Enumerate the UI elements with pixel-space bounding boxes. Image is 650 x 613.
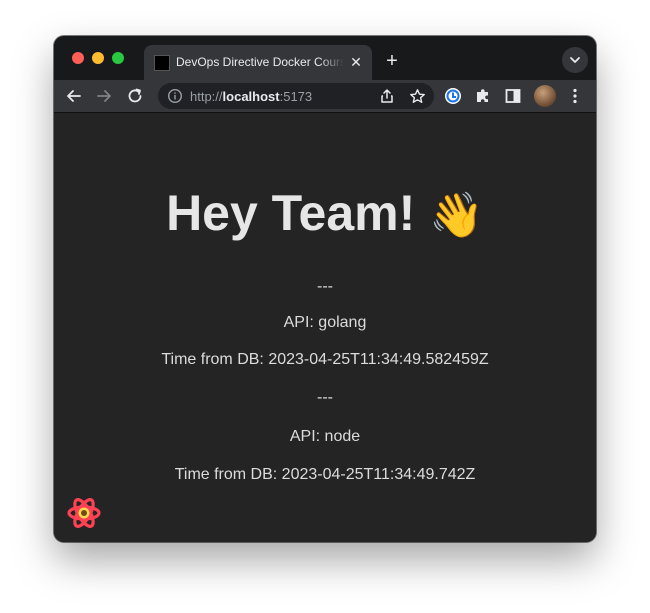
extensions-button[interactable] — [472, 85, 494, 107]
puzzle-icon — [477, 89, 488, 102]
separator-text: --- — [317, 389, 333, 406]
bookmark-button[interactable] — [406, 85, 428, 107]
tab-strip: DevOps Directive Docker Course ✕ + — [54, 36, 596, 80]
heading-text: Hey Team! — [166, 185, 416, 241]
favicon-icon — [154, 55, 170, 71]
address-url[interactable]: http://localhost:5173 — [190, 89, 312, 104]
url-host: localhost — [222, 89, 280, 104]
reload-button[interactable] — [124, 85, 146, 107]
minimize-window-button[interactable] — [92, 52, 104, 64]
kebab-menu-icon — [573, 88, 577, 104]
side-panel-icon — [505, 89, 521, 103]
close-window-button[interactable] — [72, 52, 84, 64]
tab-devops-directive[interactable]: DevOps Directive Docker Course ✕ — [144, 45, 372, 80]
page-heading: Hey Team! 👋 — [54, 185, 596, 244]
url-port: :5173 — [279, 89, 313, 104]
chevron-down-icon — [570, 57, 580, 63]
db-time-golang: Time from DB: 2023-04-25T11:34:49.582459… — [161, 351, 489, 368]
browser-menu-button[interactable] — [564, 85, 586, 107]
api-name-golang: API: golang — [283, 314, 367, 331]
back-button[interactable] — [63, 85, 85, 107]
browser-toolbar: http://localhost:5173 — [54, 80, 596, 113]
address-bar[interactable]: http://localhost:5173 — [158, 83, 434, 109]
extension-button[interactable] — [442, 85, 464, 107]
share-button[interactable] — [376, 85, 398, 107]
new-tab-button[interactable]: + — [380, 50, 404, 74]
react-query-devtools-icon[interactable] — [66, 495, 102, 531]
maximize-window-button[interactable] — [112, 52, 124, 64]
tab-title: DevOps Directive Docker Course — [176, 55, 344, 69]
tab-search-button[interactable] — [562, 47, 588, 73]
api-name-node: API: node — [289, 428, 361, 445]
tab-close-icon[interactable]: ✕ — [348, 54, 364, 70]
arrow-right-icon — [97, 90, 111, 102]
page-content: Hey Team! 👋 --- API: golang Time from DB… — [54, 113, 596, 542]
browser-window: DevOps Directive Docker Course ✕ + http:… — [54, 36, 596, 542]
extension-icon — [445, 88, 461, 104]
info-icon[interactable] — [167, 88, 183, 104]
url-scheme: http:// — [190, 89, 223, 104]
profile-avatar[interactable] — [534, 85, 556, 107]
star-icon — [409, 88, 425, 103]
share-icon — [381, 89, 393, 103]
side-panel-button[interactable] — [502, 85, 524, 107]
forward-button[interactable] — [93, 85, 115, 107]
reload-icon — [128, 88, 142, 103]
db-time-node: Time from DB: 2023-04-25T11:34:49.742Z — [174, 466, 476, 483]
arrow-left-icon — [67, 90, 81, 102]
separator-text: --- — [317, 278, 333, 295]
waving-hand-emoji: 👋 — [429, 191, 484, 240]
